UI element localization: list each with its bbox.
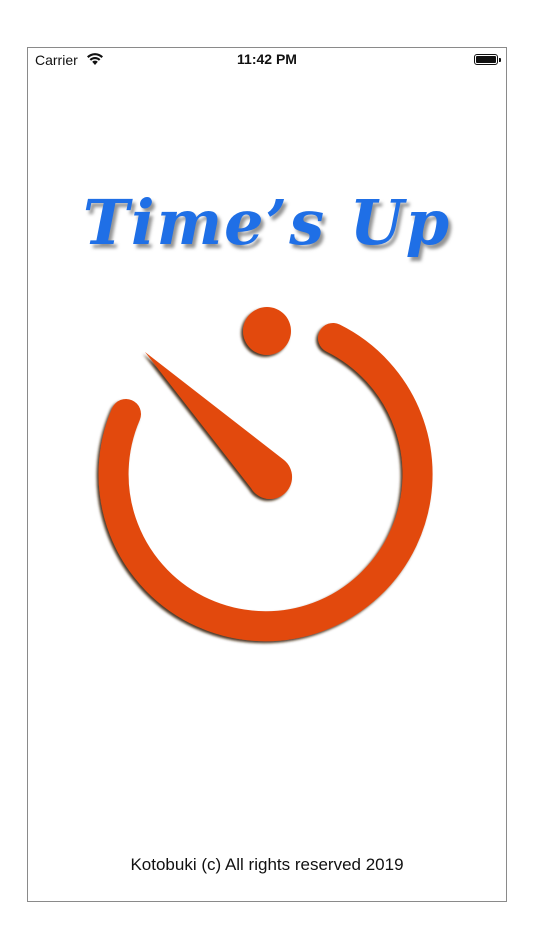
battery-icon bbox=[474, 54, 501, 65]
phone-screen: Carrier 11:42 PM Time’s Up Kotobuki (c) bbox=[27, 47, 507, 902]
copyright-footer: Kotobuki (c) All rights reserved 2019 bbox=[130, 855, 404, 874]
stopwatch-icon bbox=[98, 307, 433, 642]
stopwatch-needle bbox=[145, 352, 293, 500]
stopwatch-knob bbox=[243, 307, 291, 355]
clock-time: 11:42 PM bbox=[237, 51, 297, 67]
app-title: Time’s Up bbox=[82, 186, 452, 259]
status-bar: Carrier 11:42 PM bbox=[28, 48, 506, 72]
